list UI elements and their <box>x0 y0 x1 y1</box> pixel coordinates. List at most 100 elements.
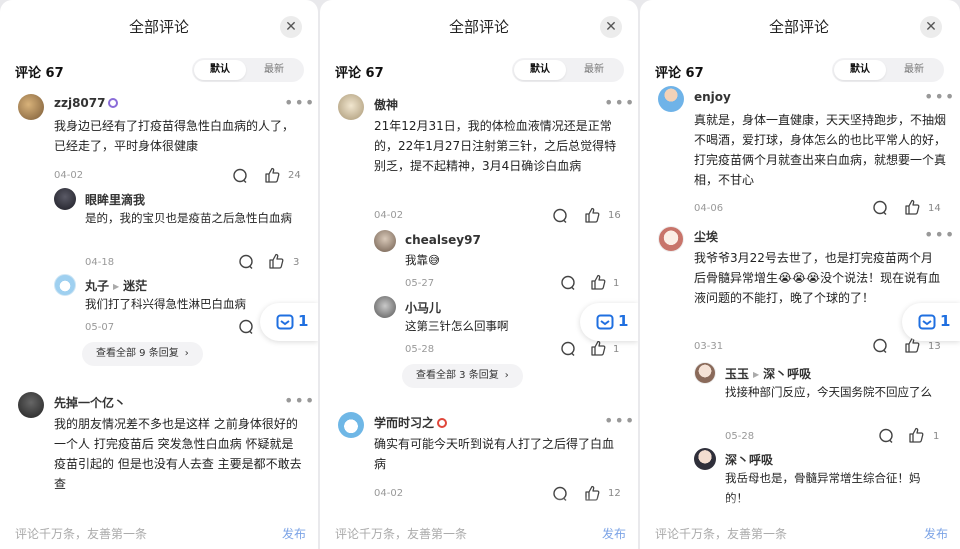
comment-author[interactable]: 傲神 <box>374 96 398 113</box>
like-count: 1 <box>933 431 940 442</box>
thumbs-up-icon[interactable] <box>904 199 920 215</box>
comment-author[interactable]: enjoy <box>694 90 731 104</box>
thumbs-up-icon[interactable] <box>908 427 924 443</box>
publish-button[interactable]: 发布 <box>602 525 626 542</box>
panels-container: 全部评论 ✕ 评论 67 默认 最新 zzj8077 ••• 我身边已经有了打疫… <box>0 0 960 549</box>
more-icon[interactable]: ••• <box>924 227 955 243</box>
comment-icon[interactable] <box>238 319 254 335</box>
avatar[interactable] <box>338 94 364 120</box>
avatar[interactable] <box>374 230 396 252</box>
close-button[interactable]: ✕ <box>920 16 942 38</box>
panel-title: 全部评论 <box>128 18 189 36</box>
thumbs-up-icon[interactable] <box>590 274 606 290</box>
sort-default[interactable]: 默认 <box>514 60 566 80</box>
reply-author[interactable]: 丸子 ▶ 迷茫 <box>85 277 147 294</box>
vip-badge-icon <box>108 98 119 108</box>
sort-latest[interactable]: 最新 <box>568 60 620 80</box>
close-icon: ✕ <box>605 19 617 35</box>
like-count: 14 <box>928 203 941 214</box>
comment-input[interactable]: 评论千万条，友善第一条 <box>335 525 467 542</box>
reply-author[interactable]: 眼眸里滴我 <box>85 191 145 208</box>
comment-list: 傲神 ••• 21年12月31日，我的体检血液情况还是正常的，22年1月27日注… <box>320 86 638 512</box>
reply-text: 是的，我的宝贝也是疫苗之后急性白血病 <box>85 211 292 225</box>
like-count: 16 <box>608 210 621 221</box>
avatar[interactable] <box>54 274 76 296</box>
comment-author[interactable]: zzj8077 <box>54 96 119 110</box>
comment-text: 我的朋友情况差不多也是这样 之前身体很好的一个人 打完疫苗后 突发急性白血病 怀… <box>54 417 302 491</box>
avatar[interactable] <box>54 188 76 210</box>
reply-date: 05-27 <box>405 278 435 289</box>
reply-count-float-button[interactable]: 1 <box>260 303 318 341</box>
comment-footer: 评论千万条，友善第一条 发布 <box>640 515 960 549</box>
sort-latest[interactable]: 最新 <box>248 60 300 80</box>
more-icon[interactable]: ••• <box>604 413 635 429</box>
view-all-replies-button[interactable]: 查看全部 3 条回复 › <box>402 364 523 388</box>
list-fade <box>640 496 960 516</box>
sort-default[interactable]: 默认 <box>834 60 886 80</box>
like-count: 24 <box>288 170 301 181</box>
comment-list: zzj8077 ••• 我身边已经有了打疫苗得急性白血病的人了，已经走了，平时身… <box>0 86 318 512</box>
verified-badge-icon <box>437 418 448 428</box>
comment-text: 我身边已经有了打疫苗得急性白血病的人了，已经走了，平时身体很健康 <box>54 119 295 153</box>
thumbs-up-icon[interactable] <box>268 253 284 269</box>
comment-list: enjoy ••• 真就是，身体一直健康，天天坚持跑步，不抽烟不喝酒，爱打球，身… <box>640 86 958 512</box>
sort-toggle: 默认 最新 <box>832 58 944 82</box>
comment-icon[interactable] <box>560 341 576 357</box>
comment-icon[interactable] <box>560 275 576 291</box>
comment-text: 真就是，身体一直健康，天天坚持跑步，不抽烟不喝酒，爱打球，身体怎么的也比平常人的… <box>694 113 947 187</box>
thumbs-up-icon[interactable] <box>264 167 280 183</box>
reply-author[interactable]: chealsey97 <box>405 233 481 247</box>
avatar[interactable] <box>374 296 396 318</box>
more-icon[interactable]: ••• <box>604 95 635 111</box>
avatar[interactable] <box>694 362 716 384</box>
reply-arrow-icon: ▶ <box>753 370 760 379</box>
more-icon[interactable]: ••• <box>924 89 955 105</box>
comment-author[interactable]: 尘埃 <box>694 228 718 245</box>
chat-box-icon <box>918 314 936 330</box>
more-icon[interactable]: ••• <box>284 95 315 111</box>
more-icon[interactable]: ••• <box>284 393 315 409</box>
close-button[interactable]: ✕ <box>600 16 622 38</box>
comment-input[interactable]: 评论千万条，友善第一条 <box>15 525 147 542</box>
avatar[interactable] <box>18 392 44 418</box>
sort-latest[interactable]: 最新 <box>888 60 940 80</box>
reply-author[interactable]: 小马儿 <box>405 299 441 316</box>
reply-text: 这第三针怎么回事啊 <box>405 319 509 333</box>
reply-text: 我靠😅 <box>405 253 440 267</box>
comment-icon[interactable] <box>238 254 254 270</box>
reply-arrow-icon: ▶ <box>113 282 120 291</box>
panel-title: 全部评论 <box>768 18 829 36</box>
comment-icon[interactable] <box>232 168 248 184</box>
comment-author[interactable]: 先掉一个亿丶 <box>54 394 126 411</box>
sort-default[interactable]: 默认 <box>194 60 246 80</box>
comment-icon[interactable] <box>878 428 894 444</box>
chat-box-icon <box>596 314 614 330</box>
close-button[interactable]: ✕ <box>280 16 302 38</box>
comment-count: 评论 67 <box>335 66 384 81</box>
thumbs-up-icon[interactable] <box>584 207 600 223</box>
avatar[interactable] <box>338 412 364 438</box>
close-icon: ✕ <box>285 19 297 35</box>
comment-count: 评论 67 <box>15 66 64 81</box>
avatar[interactable] <box>18 94 44 120</box>
reply-author[interactable]: 深丶呼吸 <box>725 451 773 468</box>
publish-button[interactable]: 发布 <box>924 525 948 542</box>
comment-input[interactable]: 评论千万条，友善第一条 <box>655 525 787 542</box>
comment-subbar: 评论 67 默认 最新 <box>320 56 638 84</box>
comment-author[interactable]: 学而时习之 <box>374 414 448 431</box>
reply-author[interactable]: 玉玉 ▶ 深丶呼吸 <box>725 365 811 382</box>
reply-count-float-button[interactable]: 1 <box>580 303 638 341</box>
comment-icon[interactable] <box>872 200 888 216</box>
reply-count-float-button[interactable]: 1 <box>902 303 960 341</box>
reply-date: 05-07 <box>85 322 115 333</box>
reply-date: 05-28 <box>725 431 755 442</box>
publish-button[interactable]: 发布 <box>282 525 306 542</box>
view-all-replies-button[interactable]: 查看全部 9 条回复 › <box>82 342 203 366</box>
avatar[interactable] <box>658 86 684 112</box>
thumbs-up-icon[interactable] <box>590 340 606 356</box>
avatar[interactable] <box>658 226 684 252</box>
comment-icon[interactable] <box>552 208 568 224</box>
avatar[interactable] <box>694 448 716 470</box>
comment-icon[interactable] <box>872 338 888 354</box>
chat-box-icon <box>276 314 294 330</box>
